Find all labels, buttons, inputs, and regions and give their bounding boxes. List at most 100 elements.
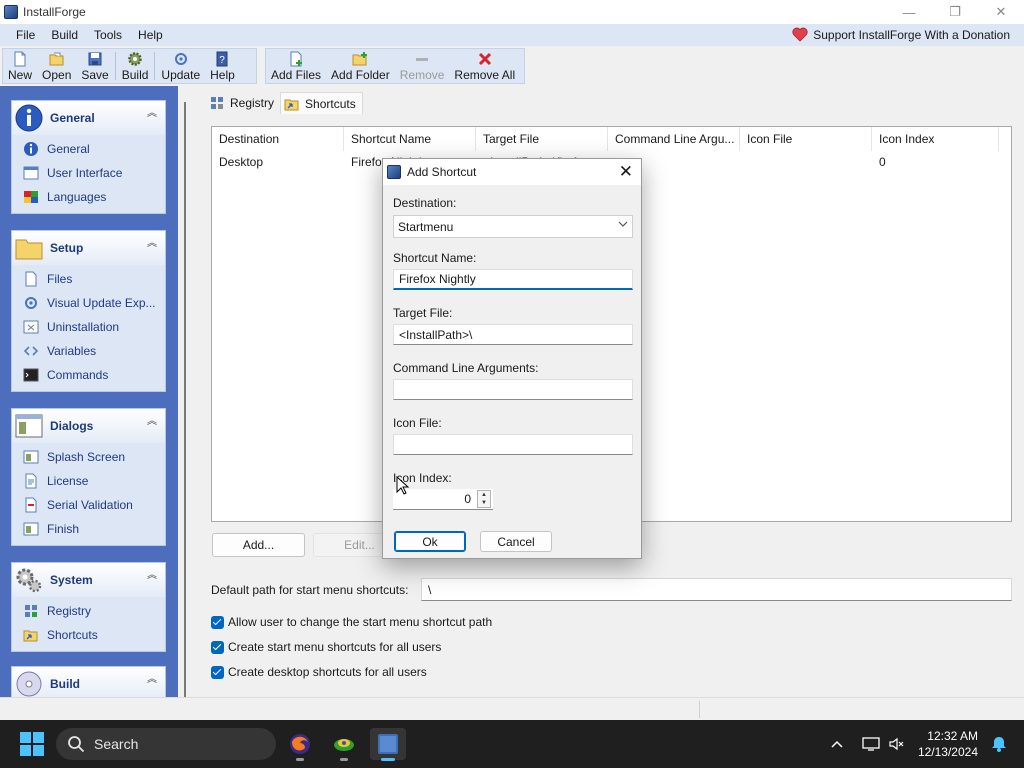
stepper-down-icon[interactable]: ▼ (478, 499, 490, 507)
cell-icon-file (740, 151, 872, 173)
cancel-button[interactable]: Cancel (480, 531, 552, 552)
column-header-cmd-args[interactable]: Command Line Argu... (608, 127, 740, 151)
clock[interactable]: 12:32 AM 12/13/2024 (918, 728, 978, 760)
collapse-chevron-icon[interactable]: ︽ (147, 239, 157, 249)
target-file-input[interactable]: <InstallPath>\ (393, 324, 633, 345)
panel-setup-header[interactable]: Setup ︽ (12, 231, 165, 265)
add-folder-button[interactable]: Add Folder (326, 49, 395, 83)
shortcut-name-input[interactable]: Firefox Nightly (393, 269, 633, 290)
option-desktop-all-users[interactable]: Create desktop shortcuts for all users (211, 665, 427, 679)
sidebar-item-uninstallation[interactable]: Uninstallation (12, 315, 165, 339)
build-button[interactable]: Build (117, 49, 154, 83)
option-allow-change-path[interactable]: Allow user to change the start menu shor… (211, 615, 492, 629)
donate-link[interactable]: Support InstallForge With a Donation (792, 27, 1010, 42)
panel-system-header[interactable]: System ︽ (12, 563, 165, 597)
network-icon[interactable] (862, 736, 880, 752)
sidebar-item-files[interactable]: Files (12, 267, 165, 291)
new-label: New (8, 68, 33, 82)
collapse-chevron-icon[interactable]: ︽ (147, 675, 157, 685)
windows-start-icon[interactable] (20, 732, 44, 756)
tab-shortcuts[interactable]: Shortcuts (280, 92, 363, 114)
sidebar-item-shortcuts[interactable]: Shortcuts (12, 623, 165, 647)
column-header-shortcut-name[interactable]: Shortcut Name (344, 127, 476, 151)
remove-button[interactable]: Remove (395, 49, 450, 83)
tab-registry[interactable]: Registry (206, 92, 280, 114)
minimize-button[interactable]: — (886, 0, 932, 24)
sidebar-item-license[interactable]: License (12, 469, 165, 493)
cmd-args-input[interactable] (393, 379, 633, 400)
panel-build-header[interactable]: Build ︽ (12, 667, 165, 697)
sidebar-item-variables[interactable]: Variables (12, 339, 165, 363)
finish-flag-icon (23, 522, 39, 536)
update-button[interactable]: Update (156, 49, 205, 83)
add-files-button[interactable]: Add Files (266, 49, 326, 83)
panel-general-header[interactable]: General ︽ (12, 101, 165, 135)
save-label: Save (81, 68, 109, 82)
menu-tools[interactable]: Tools (86, 28, 130, 42)
taskbar-search[interactable]: Search (56, 728, 276, 760)
sidebar-item-visual-update[interactable]: Visual Update Exp... (12, 291, 165, 315)
icon-file-input[interactable] (393, 434, 633, 455)
panel-dialogs: Dialogs ︽ Splash Screen License Serial V… (11, 408, 166, 546)
collapse-chevron-icon[interactable]: ︽ (147, 417, 157, 427)
save-button[interactable]: Save (76, 49, 113, 83)
build-label: Build (121, 68, 149, 82)
sidebar-item-label: General (47, 142, 90, 156)
sidebar-item-serial-validation[interactable]: Serial Validation (12, 493, 165, 517)
shortcut-folder-icon (23, 630, 38, 642)
dialog-close-button[interactable]: ✕ (619, 162, 633, 182)
menu-bar: File Build Tools Help Support InstallFor… (0, 24, 1024, 46)
collapse-chevron-icon[interactable]: ︽ (147, 109, 157, 119)
sidebar-item-languages[interactable]: Languages (12, 185, 165, 209)
add-folder-label: Add Folder (331, 68, 390, 82)
checkbox-checked[interactable] (211, 615, 224, 629)
column-header-target-file[interactable]: Target File (476, 127, 608, 151)
notification-bell-icon[interactable] (990, 735, 1008, 753)
maximize-button[interactable]: ❐ (932, 0, 978, 24)
checkbox-checked[interactable] (211, 665, 224, 679)
sidebar-item-finish[interactable]: Finish (12, 517, 165, 541)
column-header-icon-file[interactable]: Icon File (740, 127, 872, 151)
cell-icon-index: 0 (879, 155, 886, 169)
taskbar-firefox-nightly[interactable] (282, 728, 318, 761)
menu-build[interactable]: Build (43, 28, 86, 42)
taskbar-installforge[interactable] (370, 728, 406, 761)
chevron-up-icon[interactable] (830, 737, 844, 751)
sidebar-item-user-interface[interactable]: User Interface (12, 161, 165, 185)
destination-select[interactable]: Startmenu (393, 215, 633, 238)
splitter-line[interactable] (184, 102, 186, 697)
close-window-button[interactable]: ✕ (978, 0, 1024, 24)
menu-help[interactable]: Help (130, 28, 171, 42)
column-header-icon-index[interactable]: Icon Index (872, 127, 999, 151)
add-button[interactable]: Add... (212, 533, 305, 557)
sidebar-item-commands[interactable]: Commands (12, 363, 165, 387)
dialog-title-bar[interactable]: Add Shortcut ✕ (383, 159, 641, 185)
panel-general-title: General (50, 111, 95, 125)
taskbar-installer-app[interactable] (326, 728, 362, 761)
remove-all-button[interactable]: Remove All (449, 49, 520, 83)
sidebar-item-splash-screen[interactable]: Splash Screen (12, 445, 165, 469)
sidebar-item-general[interactable]: General (12, 137, 165, 161)
open-button[interactable]: Open (37, 49, 76, 83)
option-startmenu-all-users[interactable]: Create start menu shortcuts for all user… (211, 640, 441, 654)
remove-label: Remove (399, 68, 445, 82)
window-ui-icon (23, 166, 39, 180)
new-button[interactable]: New (3, 49, 37, 83)
update-label: Update (161, 68, 201, 82)
ok-button[interactable]: Ok (394, 531, 466, 552)
collapse-chevron-icon[interactable]: ︽ (147, 571, 157, 581)
panel-dialogs-header[interactable]: Dialogs ︽ (12, 409, 165, 443)
menu-file[interactable]: File (0, 28, 43, 42)
dialog-window-icon (15, 414, 43, 438)
checkbox-checked[interactable] (211, 640, 224, 654)
start-menu-path-input[interactable]: \ (421, 578, 1012, 601)
stepper-buttons: ▲ ▼ (477, 490, 491, 508)
help-button[interactable]: ? Help (205, 49, 240, 83)
stepper-up-icon[interactable]: ▲ (478, 491, 490, 499)
sidebar-item-registry[interactable]: Registry (12, 599, 165, 623)
speaker-muted-icon[interactable] (888, 736, 904, 752)
build-cd-icon (16, 671, 42, 697)
open-label: Open (42, 68, 72, 82)
column-header-destination[interactable]: Destination (212, 127, 344, 151)
icon-file-label: Icon File: (393, 416, 442, 430)
